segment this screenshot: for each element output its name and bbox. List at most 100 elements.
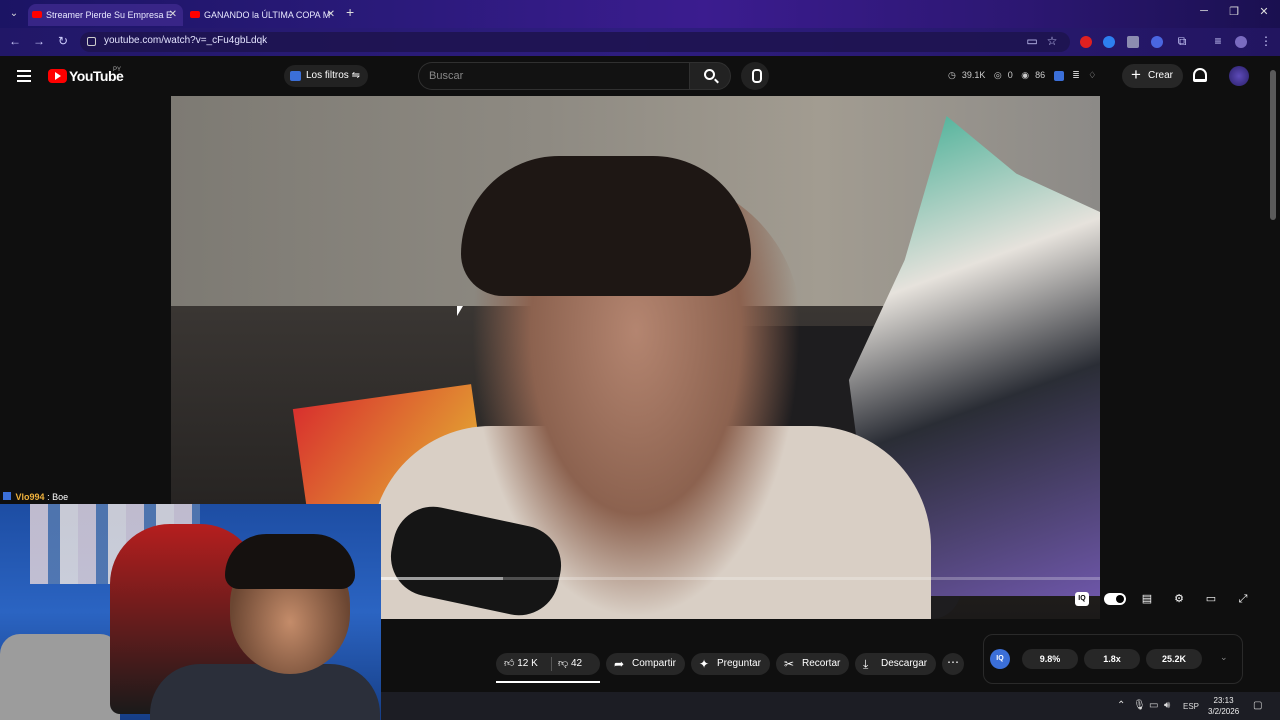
- autoplay-toggle[interactable]: [1104, 593, 1126, 605]
- notifications-bell-icon[interactable]: [1193, 68, 1207, 82]
- iq-player-button[interactable]: IQ: [1075, 592, 1089, 606]
- close-window-button[interactable]: ✕: [1254, 5, 1274, 18]
- tray-network-icon[interactable]: ▭: [1149, 700, 1158, 711]
- iq-extension-icon[interactable]: [1053, 70, 1064, 81]
- progress-buffered: [381, 577, 504, 580]
- tray-language[interactable]: ESP: [1183, 702, 1199, 711]
- youtube-logo-icon[interactable]: [48, 69, 67, 83]
- extension-grid-icon[interactable]: [1127, 36, 1139, 48]
- like-button[interactable]: 👍︎ 12 K: [504, 653, 538, 675]
- country-code: PY: [113, 67, 122, 73]
- mouse-cursor-icon: [457, 306, 463, 316]
- new-tab-button[interactable]: +: [346, 4, 354, 20]
- like-underline: [496, 681, 600, 683]
- iq-filter-icon: [290, 71, 301, 81]
- tray-volume-icon[interactable]: 🔊︎: [1164, 700, 1170, 711]
- sparkle-icon: ✦: [699, 657, 710, 671]
- close-tab-icon[interactable]: ✕: [327, 4, 335, 26]
- download-label: Descargar: [881, 658, 928, 669]
- share-button[interactable]: ➦ Compartir: [606, 653, 685, 675]
- dislike-icon: 👎︎: [558, 658, 569, 669]
- browser-menu-icon[interactable]: ⋮: [1258, 34, 1274, 48]
- likes-count: 0: [1007, 70, 1013, 80]
- chat-message: Vlo994 : Boe: [0, 490, 180, 504]
- search-placeholder: Buscar: [429, 70, 464, 82]
- chat-badge-icon: [3, 492, 11, 500]
- notifications-icon[interactable]: ▢: [1253, 700, 1262, 711]
- share-label: Compartir: [632, 658, 676, 669]
- video-progress-bar[interactable]: [381, 577, 1100, 580]
- share-icon: ➦: [614, 657, 625, 671]
- media-controls-icon[interactable]: ≡: [1210, 34, 1226, 48]
- clip-button[interactable]: ✂ Recortar: [776, 653, 850, 675]
- likes-icon: ◎: [993, 70, 1002, 80]
- cast-icon[interactable]: ▭: [1024, 34, 1040, 48]
- close-tab-icon[interactable]: ✕: [169, 4, 177, 26]
- extension-red-icon[interactable]: [1080, 36, 1092, 48]
- streamer-webcam: [0, 504, 381, 720]
- queue-icon[interactable]: ≣: [1072, 70, 1080, 80]
- more-actions-button[interactable]: ⋯: [942, 653, 964, 675]
- iq-logo-icon[interactable]: IQ: [990, 649, 1010, 669]
- ask-button[interactable]: ✦ Preguntar: [691, 653, 770, 675]
- account-avatar[interactable]: [1229, 66, 1249, 86]
- chat-text: : Boe: [47, 492, 69, 502]
- reload-icon[interactable]: ↻: [55, 34, 71, 48]
- youtube-masthead: YouTube PY Los filtros ⇋ Buscar ◷ 39.1K ◎…: [0, 56, 1280, 96]
- voice-search-button[interactable]: [741, 62, 769, 90]
- create-button[interactable]: Crear: [1122, 63, 1184, 88]
- badge-icon[interactable]: ♢: [1088, 70, 1096, 80]
- webcam-person-body: [150, 664, 380, 720]
- forward-icon[interactable]: →: [31, 34, 47, 48]
- youtube-favicon-icon: [190, 11, 200, 18]
- iq-stat-percent[interactable]: 9.8%: [1022, 649, 1078, 669]
- subtitles-icon[interactable]: ▤: [1138, 591, 1156, 607]
- fullscreen-icon[interactable]: ⤢: [1234, 591, 1252, 607]
- search-button[interactable]: [689, 62, 731, 90]
- back-icon[interactable]: ←: [7, 34, 23, 48]
- search-input[interactable]: Buscar: [418, 62, 689, 90]
- scissors-icon: ✂: [784, 657, 795, 671]
- dislike-button[interactable]: 👎︎ 42: [558, 653, 582, 675]
- dislike-count: 42: [570, 658, 583, 669]
- minimize-button[interactable]: ─: [1194, 5, 1214, 17]
- chat-username: Vlo994: [15, 492, 45, 502]
- extensions-puzzle-icon[interactable]: ⧉: [1174, 34, 1190, 49]
- theater-mode-icon[interactable]: ▭: [1202, 591, 1220, 607]
- video-actions-bar: 👍︎ 12 K 👎︎ 42 ➦ Compartir ✦ Preguntar ✂ …: [381, 620, 1280, 692]
- bookmark-star-icon[interactable]: ☆: [1044, 34, 1060, 48]
- iq-stat-count[interactable]: 25.2K: [1146, 649, 1202, 669]
- download-icon: ⤓: [863, 657, 869, 671]
- chevron-down-icon[interactable]: ⌄: [1220, 652, 1228, 663]
- taskbar-clock[interactable]: 23:13 3/2/2026: [1208, 695, 1239, 717]
- address-bar[interactable]: youtube.com/watch?v=_cFu4gbLdqk: [80, 32, 1070, 52]
- page-scrollbar[interactable]: [1270, 70, 1276, 220]
- watchers-icon: ◉: [1021, 70, 1030, 80]
- browser-tab-2[interactable]: GANANDO la ÚLTIMA COPA M ✕: [186, 4, 341, 26]
- webcam-person-hair: [225, 534, 355, 589]
- clock-date: 3/2/2026: [1208, 707, 1240, 716]
- browser-tab-1[interactable]: Streamer Pierde Su Empresa E ✕: [28, 4, 183, 26]
- iq-stat-multiplier[interactable]: 1.8x: [1084, 649, 1140, 669]
- extension-wave-icon[interactable]: [1151, 36, 1163, 48]
- tray-mic-icon[interactable]: 🎙︎: [1133, 700, 1146, 711]
- filters-button[interactable]: Los filtros ⇋: [284, 65, 368, 87]
- ask-label: Preguntar: [717, 658, 761, 669]
- watchers-count: 86: [1035, 70, 1046, 80]
- tab-search-icon[interactable]: ⌄: [6, 6, 22, 22]
- like-count: 12 K: [517, 658, 538, 669]
- tray-chevron-icon[interactable]: ⌃: [1117, 700, 1125, 711]
- guide-menu-icon[interactable]: [17, 70, 31, 82]
- tab-title: Streamer Pierde Su Empresa E: [46, 10, 173, 20]
- profile-avatar-icon[interactable]: [1235, 36, 1247, 48]
- site-info-icon[interactable]: [87, 37, 96, 46]
- download-button[interactable]: ⤓ Descargar: [855, 653, 937, 675]
- windows-taskbar: ⌃ 🎙︎ ▭ 🔊︎ ESP 23:13 3/2/2026 ▢: [381, 692, 1280, 720]
- settings-icon[interactable]: ⚙: [1170, 591, 1188, 607]
- extension-blue-icon[interactable]: [1103, 36, 1115, 48]
- maximize-button[interactable]: ❐: [1224, 5, 1244, 18]
- like-dislike-group: 👍︎ 12 K 👎︎ 42: [496, 653, 600, 675]
- video-person-hair: [461, 156, 751, 296]
- youtube-favicon-icon: [32, 11, 42, 18]
- divider: [551, 657, 552, 671]
